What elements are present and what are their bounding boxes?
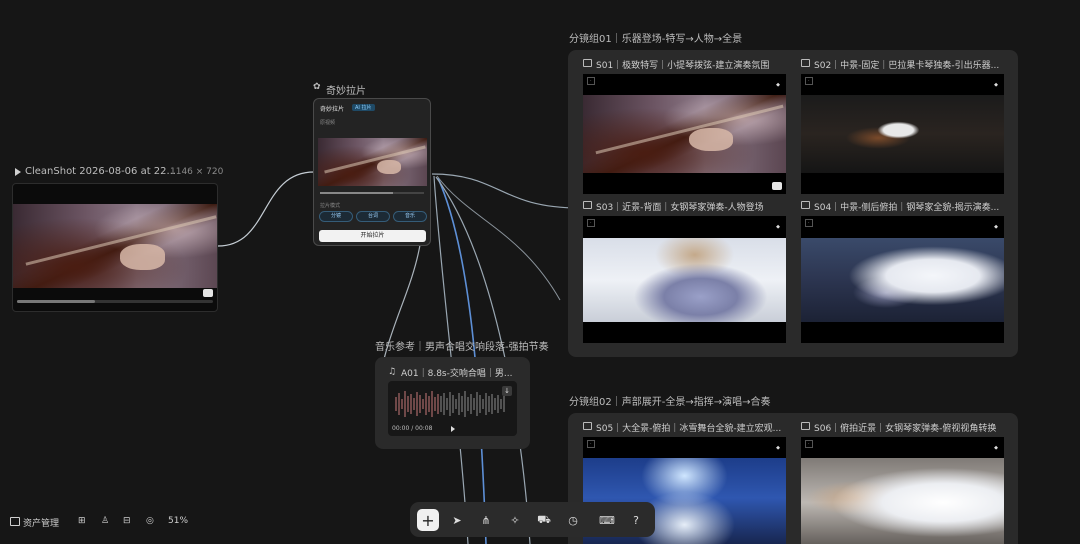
chip-music[interactable]: 音乐 (393, 211, 427, 222)
image-icon (801, 201, 810, 209)
corner-tag: · (587, 440, 595, 448)
lapian-node-icon: ✿ (313, 82, 321, 92)
source-node-dims: 1146 × 720 (170, 167, 224, 177)
assets-label[interactable]: 资产管理 (23, 516, 59, 529)
lapian-options-label: 拉片模式 (320, 203, 341, 209)
lapian-node-title[interactable]: 奇妙拉片 (326, 82, 366, 97)
wire-lapian-to-group2 (436, 175, 561, 301)
shot-s01-image (583, 95, 786, 173)
shot-s02-image (801, 95, 1004, 173)
image-icon (583, 59, 592, 67)
shot-s03-frame[interactable]: ◆ · (583, 216, 786, 343)
shot-s02-frame[interactable]: ◆ · (801, 74, 1004, 194)
download-icon[interactable]: ↓ (502, 386, 512, 396)
music-note-icon: ♫ (388, 367, 397, 377)
car-icon[interactable]: ⛟ (533, 509, 555, 531)
channel-logo: ◆ (776, 224, 780, 230)
group-2-title[interactable]: 分镜组02｜声部展开-全景→指挥→演唱→合奏 (569, 393, 770, 408)
sidebar-panel-icon[interactable] (10, 517, 20, 526)
hand-shape (120, 244, 166, 270)
audio-time: 00:00 / 00:08 (392, 425, 433, 432)
pointer-icon[interactable]: ➤ (446, 509, 468, 531)
hand-shape (376, 160, 401, 175)
shot-s06-frame[interactable]: ◆ · (801, 437, 1004, 544)
lapian-progress-bar[interactable] (320, 192, 424, 194)
layout-icon[interactable]: ⊟ (123, 516, 131, 526)
shot-s04-image (801, 238, 1004, 322)
source-video-node[interactable] (12, 183, 218, 312)
shot-s01-frame[interactable]: ◆ · (583, 74, 786, 194)
start-lapian-button[interactable]: 开始拉片 (319, 230, 426, 242)
camera-icon[interactable] (772, 182, 782, 190)
audio-card-title[interactable]: A01｜8.8s-交响合唱｜男... (401, 366, 519, 379)
shot-s04-title[interactable]: S04｜中景-侧后俯拍｜钢琴家全貌-揭示演奏... (814, 200, 1004, 213)
canvas[interactable]: CleanShot 2026-08-06 at 22... 1146 × 720… (0, 0, 1080, 544)
wire-source-to-lapian (217, 171, 315, 247)
source-video-frame (13, 204, 217, 288)
lapian-video-frame (318, 138, 427, 186)
bottom-toolbar: + ➤ ⋔ ✧ ⛟ ◷ ⌨ ? (410, 502, 655, 537)
wire-lapian-to-group1 (431, 173, 581, 209)
image-icon (583, 422, 592, 430)
magic-wand-icon[interactable]: ✧ (504, 509, 526, 531)
video-progress-bar[interactable] (17, 300, 213, 303)
lapian-progress-fill (320, 192, 393, 194)
shot-s02-title[interactable]: S02｜中景-固定｜巴拉果卡琴独奏-引出乐器... (814, 58, 1004, 71)
shot-s06-image (801, 458, 1004, 544)
keyboard-icon[interactable]: ⌨ (596, 509, 618, 531)
clock-icon[interactable]: ◷ (562, 509, 584, 531)
help-icon[interactable]: ? (625, 509, 647, 531)
corner-tag: · (587, 219, 595, 227)
video-play-icon (15, 168, 21, 176)
image-icon (583, 201, 592, 209)
shot-s04-frame[interactable]: ◆ · (801, 216, 1004, 343)
lapian-node[interactable]: 奇妙拉片 AI 拉片 原视频 拉片模式 分镜 台词 音乐 开始拉片 (313, 98, 431, 246)
lapian-node-header: 奇妙拉片 (320, 106, 345, 113)
source-node-title[interactable]: CleanShot 2026-08-06 at 22... (25, 166, 176, 177)
hand-shape (688, 127, 734, 152)
image-icon (801, 422, 810, 430)
ai-icon[interactable]: ◎ (146, 516, 154, 526)
shot-s03-image (583, 238, 786, 322)
grid-icon[interactable]: ⊞ (78, 516, 86, 526)
shot-s01-title[interactable]: S01｜极致特写｜小提琴拨弦-建立演奏氛围 (596, 58, 786, 71)
lapian-video-label: 原视频 (320, 120, 336, 126)
image-icon (801, 59, 810, 67)
camera-icon[interactable] (203, 289, 213, 297)
channel-logo: ◆ (994, 82, 998, 88)
corner-tag: · (805, 77, 813, 85)
audio-play-icon[interactable] (451, 426, 455, 432)
shot-s05-title[interactable]: S05｜大全景-俯拍｜冰雪舞台全貌-建立宏观... (596, 421, 786, 434)
corner-tag: · (805, 219, 813, 227)
shot-s03-title[interactable]: S03｜近景-背面｜女钢琴家弹奏-人物登场 (596, 200, 786, 213)
chip-shots[interactable]: 分镜 (319, 211, 353, 222)
corner-tag: · (587, 77, 595, 85)
audio-waveform (395, 391, 505, 417)
audio-node-title[interactable]: 音乐参考｜男声合唱交响段落-强拍节奏 (375, 338, 549, 353)
corner-tag: · (805, 440, 813, 448)
video-progress-fill (17, 300, 96, 303)
channel-logo: ◆ (776, 445, 780, 451)
shot-s06-title[interactable]: S06｜俯拍近景｜女钢琴家弹奏-俯视视角转换 (814, 421, 1004, 434)
chip-lines[interactable]: 台词 (356, 211, 390, 222)
zoom-level[interactable]: 51% (168, 516, 188, 526)
share-nodes-icon[interactable]: ⋔ (475, 509, 497, 531)
user-icon[interactable]: ♙ (101, 516, 109, 526)
channel-logo: ◆ (994, 224, 998, 230)
group-1-title[interactable]: 分镜组01｜乐器登场-特写→人物→全景 (569, 30, 742, 45)
channel-logo: ◆ (994, 445, 998, 451)
audio-card[interactable]: ↓ 00:00 / 00:08 (388, 381, 517, 436)
channel-logo: ◆ (776, 82, 780, 88)
lapian-node-badge: AI 拉片 (352, 104, 375, 111)
plus-icon[interactable]: + (417, 509, 439, 531)
